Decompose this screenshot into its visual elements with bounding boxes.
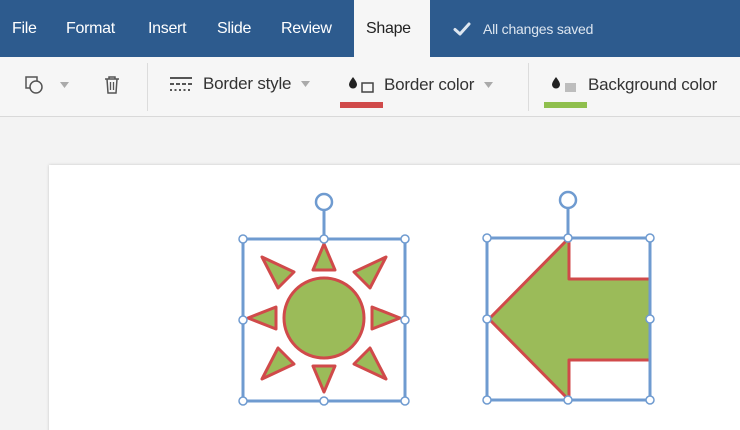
resize-handle[interactable] [482,233,492,243]
sun-center[interactable] [282,276,366,360]
resize-handle[interactable] [400,396,410,406]
resize-handle[interactable] [645,233,655,243]
sun-ray-top[interactable] [311,242,337,272]
sun-ray-bottom-right[interactable] [352,346,388,381]
resize-handle[interactable] [563,233,573,243]
resize-handle[interactable] [645,314,655,324]
arrow-rotate-handle[interactable] [558,190,578,210]
resize-handle[interactable] [238,315,248,325]
sun-ray-top-left[interactable] [260,255,296,290]
resize-handle[interactable] [645,395,655,405]
sun-shape[interactable] [246,242,402,394]
resize-handle[interactable] [563,395,573,405]
resize-handle[interactable] [319,234,329,244]
sun-rotate-handle[interactable] [314,192,334,212]
resize-handle[interactable] [319,396,329,406]
resize-handle[interactable] [482,314,492,324]
sun-ray-right[interactable] [370,305,402,331]
resize-handle[interactable] [400,234,410,244]
sun-ray-bottom-left[interactable] [260,346,296,381]
shapes-layer [238,190,655,406]
resize-handle[interactable] [482,395,492,405]
sun-ray-top-right[interactable] [352,255,388,290]
left-arrow-shape[interactable] [487,236,652,402]
resize-handle[interactable] [400,315,410,325]
resize-handle[interactable] [238,234,248,244]
resize-handle[interactable] [238,396,248,406]
sun-ray-bottom[interactable] [311,364,337,394]
sun-ray-left[interactable] [246,305,278,331]
